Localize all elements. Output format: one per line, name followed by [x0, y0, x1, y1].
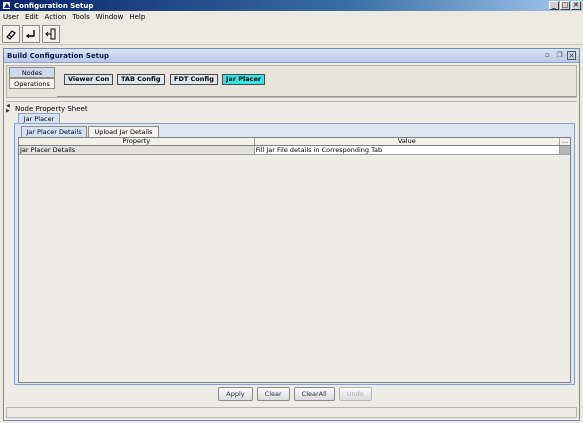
toolbar	[0, 23, 583, 45]
maximize-button[interactable]: □	[560, 1, 570, 10]
sheet-title: Node Property Sheet	[15, 105, 88, 113]
menu-edit[interactable]: Edit	[25, 13, 39, 21]
build-configuration-frame: Build Configuration Setup ▫ ❐ ✕ Nodes Op…	[3, 48, 580, 421]
property-sheet-area: ◀ ▶ Node Property Sheet Jar Placer Jar Pl…	[6, 101, 577, 414]
menu-user[interactable]: User	[3, 13, 19, 21]
window-title: Configuration Setup	[14, 1, 94, 10]
tab-operations[interactable]: Operations	[9, 78, 55, 89]
menu-help[interactable]: Help	[129, 13, 145, 21]
divider	[57, 96, 576, 97]
node-fdt-config-button[interactable]: FDT Config	[170, 74, 218, 85]
nodes-panel: Nodes Operations Viewer Con TAB Config F…	[6, 65, 577, 98]
exit-button[interactable]	[42, 24, 60, 43]
clear-button[interactable]: Clear	[256, 387, 290, 401]
menu-window[interactable]: Window	[96, 13, 124, 21]
frame-minimize-icon[interactable]: ▫	[543, 51, 552, 60]
apply-button[interactable]: Apply	[218, 387, 253, 401]
status-bar	[6, 407, 577, 418]
menu-action[interactable]: Action	[45, 13, 67, 21]
app-icon	[2, 1, 11, 10]
ellipsis-cell-button[interactable]	[560, 146, 570, 154]
collapse-arrows-icon[interactable]: ◀ ▶	[6, 104, 10, 114]
table-row[interactable]: Jar Placer Details Fill Jar File details…	[19, 146, 570, 155]
tab-nodes[interactable]: Nodes	[9, 67, 55, 78]
column-header-value[interactable]: Value	[255, 138, 561, 145]
node-jar-placer-button[interactable]: Jar Placer	[222, 74, 266, 85]
value-cell[interactable]: Fill Jar File details in Corresponding T…	[254, 146, 561, 154]
frame-close-icon[interactable]: ✕	[567, 51, 576, 60]
back-icon	[26, 29, 35, 38]
table-header: Property Value ...	[19, 138, 570, 146]
frame-controls: ▫ ❐ ✕	[543, 51, 576, 60]
window-titlebar[interactable]: Configuration Setup _ □ ✕	[0, 0, 583, 11]
frame-title: Build Configuration Setup	[7, 51, 109, 60]
property-cell: Jar Placer Details	[19, 146, 255, 154]
window-controls: _ □ ✕	[549, 1, 581, 10]
column-header-more[interactable]: ...	[560, 138, 570, 145]
clear-all-button[interactable]: ClearAll	[293, 387, 335, 401]
subtab-jar-placer-details[interactable]: Jar Placer Details	[21, 126, 87, 137]
subtab-upload-jar-details[interactable]: Upload Jar Details	[88, 126, 159, 137]
property-table: Property Value ... Jar Placer Details Fi…	[18, 137, 571, 383]
menu-tools[interactable]: Tools	[72, 13, 89, 21]
column-header-property[interactable]: Property	[19, 138, 255, 145]
eraser-button[interactable]	[2, 24, 20, 43]
undo-button[interactable]: Undo	[338, 387, 372, 401]
frame-maximize-icon[interactable]: ❐	[555, 51, 564, 60]
back-button[interactable]	[22, 24, 40, 43]
frame-titlebar[interactable]: Build Configuration Setup ▫ ❐ ✕	[4, 49, 579, 63]
node-viewer-con-button[interactable]: Viewer Con	[64, 74, 114, 85]
action-buttons: Apply Clear ClearAll Undo	[4, 387, 581, 401]
minimize-button[interactable]: _	[549, 1, 559, 10]
jar-placer-tab-panel: Jar Placer Details Upload Jar Details Pr…	[14, 123, 575, 385]
node-tab-config-button[interactable]: TAB Config	[117, 74, 165, 85]
exit-icon	[45, 28, 56, 39]
eraser-icon	[6, 29, 16, 40]
menu-bar: User Edit Action Tools Window Help	[0, 11, 583, 22]
close-button[interactable]: ✕	[571, 1, 581, 10]
